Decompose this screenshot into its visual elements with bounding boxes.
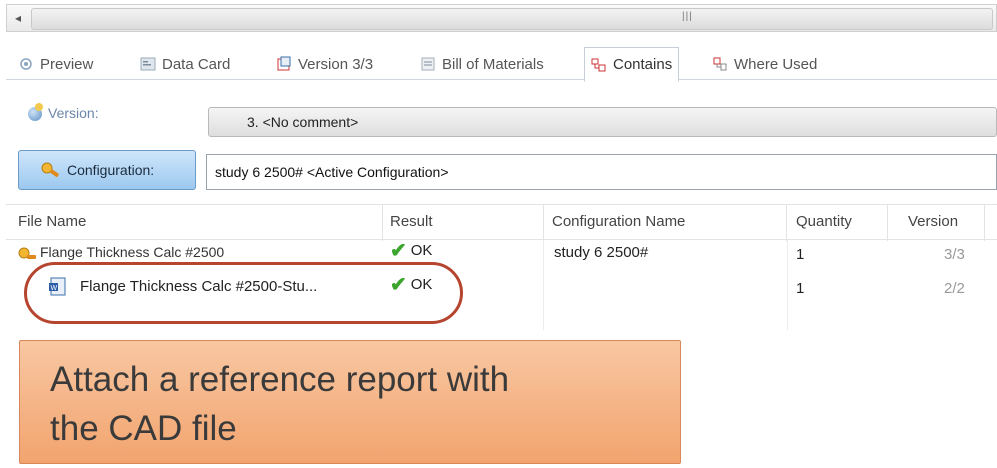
data-card-icon <box>140 57 156 71</box>
where-used-icon <box>713 57 727 71</box>
contains-icon <box>591 58 606 71</box>
preview-icon <box>20 58 32 70</box>
scroll-left-arrow-icon[interactable]: ◂ <box>9 8 27 28</box>
version-dropdown[interactable]: 3. <No comment> <box>208 107 997 137</box>
result-text: OK <box>410 242 433 259</box>
version-label: Version: <box>26 103 99 123</box>
column-header-file-name[interactable]: File Name <box>18 213 86 230</box>
scrollbar-grip-icon: ||| <box>682 11 693 22</box>
horizontal-scrollbar[interactable]: ◂ ||| <box>6 4 997 32</box>
tab-data-card[interactable]: Data Card <box>134 49 236 79</box>
tab-bill-of-materials[interactable]: Bill of Materials <box>414 49 550 79</box>
tab-label: Bill of Materials <box>442 55 544 73</box>
version-label-text: Version: <box>48 105 99 121</box>
quantity-cell: 1 <box>796 280 805 297</box>
version-icon <box>277 56 291 71</box>
configuration-icon <box>41 162 59 178</box>
tab-preview[interactable]: Preview <box>12 49 99 79</box>
callout-line-1: Attach a reference report with <box>50 360 510 399</box>
assembly-icon <box>18 247 36 259</box>
configuration-button-label: Configuration: <box>67 162 155 178</box>
version-cell: 3/3 <box>944 246 965 263</box>
version-bubble-icon <box>26 103 44 123</box>
configuration-button[interactable]: Configuration: <box>18 150 196 190</box>
annotation-callout: Attach a reference report with the CAD f… <box>19 340 681 464</box>
file-name-cell: Flange Thickness Calc #2500 <box>40 244 225 260</box>
configuration-name-cell: study 6 2500# <box>554 244 649 261</box>
checkmark-icon: ✔ <box>390 239 407 262</box>
column-header-quantity[interactable]: Quantity <box>796 213 852 230</box>
column-header-result[interactable]: Result <box>390 213 433 230</box>
table-header: File Name Result Configuration Name Quan… <box>6 204 997 241</box>
scrollbar-thumb[interactable] <box>31 8 993 30</box>
column-header-configuration-name[interactable]: Configuration Name <box>552 213 685 230</box>
version-cell: 2/2 <box>944 280 965 297</box>
tab-label: Contains <box>613 56 673 73</box>
result-cell: ✔ OK <box>390 239 433 262</box>
tab-strip: Preview Data Card Version 3/3 Bill of Ma… <box>6 46 997 82</box>
tab-version[interactable]: Version 3/3 <box>270 49 379 79</box>
quantity-cell: 1 <box>796 246 805 263</box>
tab-label: Where Used <box>734 55 818 73</box>
highlight-oval <box>24 262 463 324</box>
configuration-dropdown[interactable]: study 6 2500# <Active Configuration> <box>206 154 997 190</box>
tab-label: Version 3/3 <box>298 55 374 73</box>
bom-icon <box>421 57 435 71</box>
tab-label: Preview <box>40 55 94 73</box>
tab-contains[interactable]: Contains <box>584 47 680 82</box>
callout-line-2: the CAD file <box>50 409 237 448</box>
tab-where-used[interactable]: Where Used <box>706 49 823 79</box>
tab-label: Data Card <box>162 55 231 73</box>
column-header-version[interactable]: Version <box>908 213 958 230</box>
